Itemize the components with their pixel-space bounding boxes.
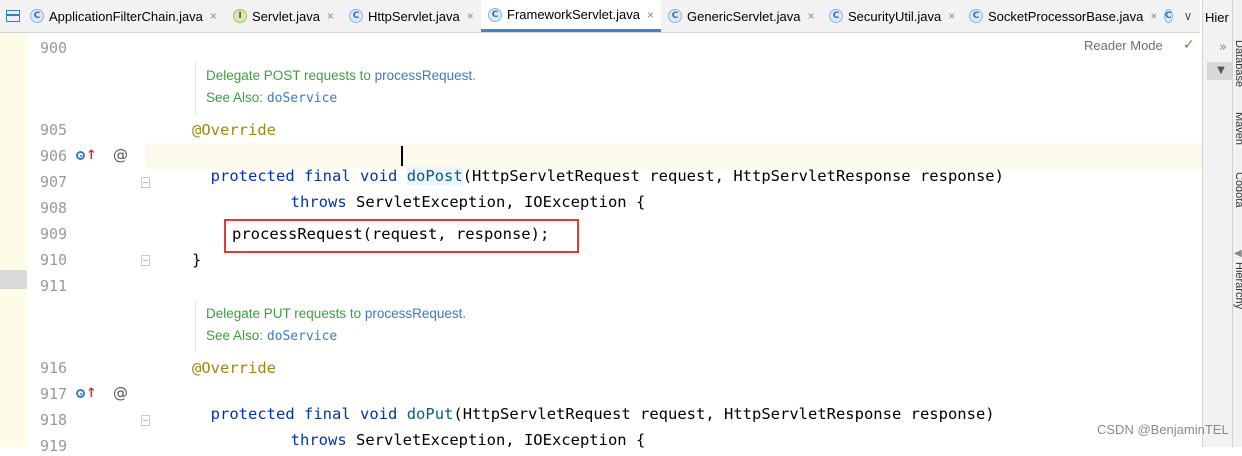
keyword: throws [290, 193, 347, 211]
line-number: 919 [40, 437, 68, 455]
tab-framework-servlet[interactable]: C FrameworkServlet.java × [481, 0, 661, 32]
code-line-905: @Override [192, 121, 276, 139]
code-line-916: @Override [192, 359, 276, 377]
hierarchy-panel-title[interactable]: Hier [1205, 10, 1229, 25]
line-number: 906 [40, 147, 68, 165]
doc-link-do-service[interactable]: doService [267, 91, 337, 106]
class-icon: C [1164, 9, 1173, 23]
line-number: 905 [40, 121, 68, 139]
line-number: 918 [40, 411, 68, 429]
doc-text: Delegate PUT requests to [206, 306, 365, 321]
line-number: 917 [40, 385, 68, 403]
request-mapping-icon[interactable]: @ [113, 146, 128, 164]
line-number: 909 [40, 225, 68, 243]
interface-icon: I [233, 9, 247, 23]
line-number: 907 [40, 173, 68, 191]
reader-mode-toggle[interactable]: Reader Mode [1084, 38, 1163, 53]
line-number: 911 [40, 277, 68, 295]
keyword: throws [290, 431, 347, 449]
code-line-918: throws ServletException, IOException { [272, 410, 646, 450]
doc-text: Delegate POST requests to [206, 68, 375, 83]
exceptions: ServletException, IOException { [346, 193, 646, 211]
doc-see-also: See Also: doService [206, 90, 337, 106]
close-icon[interactable]: × [327, 9, 334, 23]
tab-http-servlet[interactable]: C HttpServlet.java × [349, 0, 479, 32]
doc-link-do-service[interactable]: doService [267, 329, 337, 344]
class-icon: C [829, 9, 843, 23]
close-icon[interactable]: × [467, 9, 474, 23]
line-number: 910 [40, 251, 68, 269]
close-icon[interactable]: × [807, 9, 814, 23]
javadoc-rendered-put: Delegate PUT requests to processRequest.… [195, 300, 1196, 352]
go-to-super-icon[interactable]: ↑ [86, 386, 97, 402]
close-icon[interactable]: × [647, 8, 654, 22]
javadoc-rendered-post: Delegate POST requests to processRequest… [195, 62, 1196, 114]
tab-label: HttpServlet.java [368, 8, 460, 24]
doc-description: Delegate POST requests to processRequest… [206, 68, 476, 83]
editor-tab-bar: C ApplicationFilterChain.java × I Servle… [0, 0, 1200, 33]
watermark: CSDN @BenjaminTEL [1097, 422, 1229, 437]
tab-servlet[interactable]: I Servlet.java × [233, 0, 345, 32]
tab-socket-processor-base[interactable]: C SocketProcessorBase.java × [969, 0, 1161, 32]
class-icon: C [349, 9, 363, 23]
fold-marker-icon[interactable] [141, 415, 150, 426]
class-icon: C [668, 9, 682, 23]
fold-marker-icon[interactable] [141, 255, 150, 266]
close-icon[interactable]: × [210, 9, 217, 23]
tool-window-codota[interactable]: Codota [1233, 172, 1242, 207]
overrides-method-icon[interactable] [76, 389, 85, 398]
double-chevron-icon[interactable]: » [1219, 40, 1227, 55]
code-line-910: } [192, 251, 202, 269]
tab-overflow-partial[interactable]: C [1164, 0, 1176, 32]
text-caret [401, 146, 403, 166]
gutter-selection-marker [0, 270, 27, 289]
collapse-arrow-icon[interactable]: ◀ [1234, 248, 1242, 259]
structure-icon[interactable] [6, 10, 20, 22]
tool-window-hierarchy[interactable]: Hierarchy [1233, 262, 1242, 309]
doc-suffix: . [462, 306, 467, 321]
see-also-label: See Also: [206, 328, 264, 343]
request-mapping-icon[interactable]: @ [113, 384, 128, 402]
tab-list-chevron-icon[interactable]: ∨ [1176, 0, 1200, 32]
tab-label: Servlet.java [252, 8, 320, 24]
go-to-super-icon[interactable]: ↑ [86, 148, 97, 164]
class-icon: C [30, 9, 44, 23]
tab-security-util[interactable]: C SecurityUtil.java × [829, 0, 959, 32]
tab-label: GenericServlet.java [687, 8, 801, 24]
line-number: 908 [40, 199, 68, 217]
doc-suffix: . [472, 68, 476, 83]
fold-marker-icon[interactable] [141, 177, 150, 188]
exceptions: ServletException, IOException { [346, 431, 646, 449]
tab-label: SocketProcessorBase.java [988, 8, 1144, 24]
highlight-annotation-box [224, 219, 579, 253]
close-icon[interactable]: × [948, 9, 955, 23]
tool-window-database[interactable]: Database [1233, 40, 1242, 87]
see-also-label: See Also: [206, 90, 264, 105]
left-margin [0, 33, 27, 447]
checkmark-icon: ✓ [1183, 37, 1195, 53]
doc-link-process-request[interactable]: processRequest [375, 68, 473, 83]
doc-see-also: See Also: doService [206, 328, 337, 344]
tab-label: SecurityUtil.java [848, 8, 942, 24]
overrides-method-icon[interactable] [76, 151, 85, 160]
close-icon[interactable]: × [1150, 9, 1157, 23]
tool-window-maven[interactable]: Maven [1233, 112, 1242, 145]
tab-label: ApplicationFilterChain.java [49, 8, 203, 24]
class-icon: C [488, 7, 502, 22]
doc-description: Delegate PUT requests to processRequest. [206, 306, 466, 321]
doc-link-process-request[interactable]: processRequest [365, 306, 463, 321]
line-number: 900 [40, 39, 68, 57]
tab-label: FrameworkServlet.java [507, 7, 640, 22]
class-icon: C [969, 9, 983, 23]
chevron-down-icon[interactable]: ▼ [1207, 62, 1235, 80]
code-line-907: throws ServletException, IOException { [272, 172, 646, 212]
line-number: 916 [40, 359, 68, 377]
tab-generic-servlet[interactable]: C GenericServlet.java × [668, 0, 818, 32]
tab-application-filter-chain[interactable]: C ApplicationFilterChain.java × [30, 0, 230, 32]
